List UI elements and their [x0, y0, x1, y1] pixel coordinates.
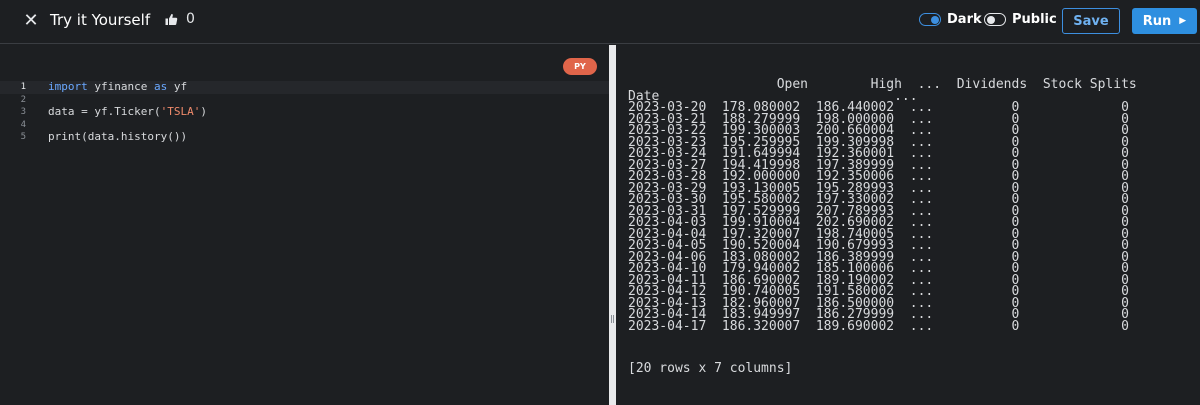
code-token: yf	[167, 80, 188, 93]
public-toggle-switch[interactable]	[984, 13, 1006, 26]
public-toggle[interactable]: Public	[984, 12, 1057, 27]
like-count: 0	[186, 11, 195, 27]
code-token: )	[200, 105, 207, 118]
code-area[interactable]: 1 import yfinance as yf 2 3 data = yf.Ticker…	[0, 80, 609, 144]
keyword-token: import	[48, 80, 88, 93]
code-text: data = yf.Ticker('TSLA')	[48, 105, 207, 119]
like-button[interactable]: 0	[165, 11, 195, 27]
close-icon[interactable]: ✕	[22, 10, 40, 31]
code-token: print(data.history())	[48, 130, 188, 143]
code-token: data = yf.Ticker(	[48, 105, 161, 118]
grip-icon	[611, 315, 614, 323]
line-number: 4	[20, 119, 26, 130]
string-token: 'TSLA'	[160, 105, 201, 118]
code-editor[interactable]: PY 1 import yfinance as yf 2 3 data = yf.Tic…	[0, 45, 609, 405]
dark-toggle-label: Dark	[947, 12, 982, 27]
output-table: Open High ... Dividends Stock Splits Dat…	[628, 77, 1137, 334]
public-toggle-label: Public	[1012, 12, 1057, 27]
code-token: yfinance	[87, 80, 154, 93]
run-button[interactable]: Run ▶	[1132, 8, 1197, 34]
line-number: 1	[20, 82, 26, 92]
code-text: import yfinance as yf	[48, 80, 188, 94]
line-number: 3	[20, 107, 26, 117]
code-line[interactable]: 1 import yfinance as yf	[0, 80, 609, 94]
save-button[interactable]: Save	[1062, 8, 1120, 34]
output-pane: Open High ... Dividends Stock Splits Dat…	[616, 45, 1200, 405]
output-summary: [20 rows x 7 columns]	[628, 361, 793, 376]
top-bar: ✕ Try it Yourself 0 Dark Public Save Run…	[0, 0, 1200, 44]
dark-toggle-switch[interactable]	[919, 13, 941, 26]
dark-mode-toggle[interactable]: Dark	[919, 12, 982, 27]
keyword-token: as	[153, 80, 168, 93]
pane-resize-handle[interactable]	[609, 45, 616, 405]
code-line[interactable]: 3 data = yf.Ticker('TSLA')	[0, 105, 609, 119]
thumbs-up-icon	[165, 13, 178, 26]
page-title: Try it Yourself	[50, 11, 151, 29]
play-icon: ▶	[1179, 16, 1187, 26]
line-number: 5	[20, 132, 26, 142]
code-text: print(data.history())	[48, 130, 188, 144]
run-button-label: Run	[1142, 13, 1172, 29]
language-badge: PY	[563, 58, 597, 75]
code-line[interactable]: 5 print(data.history())	[0, 130, 609, 144]
line-number: 2	[20, 94, 26, 105]
